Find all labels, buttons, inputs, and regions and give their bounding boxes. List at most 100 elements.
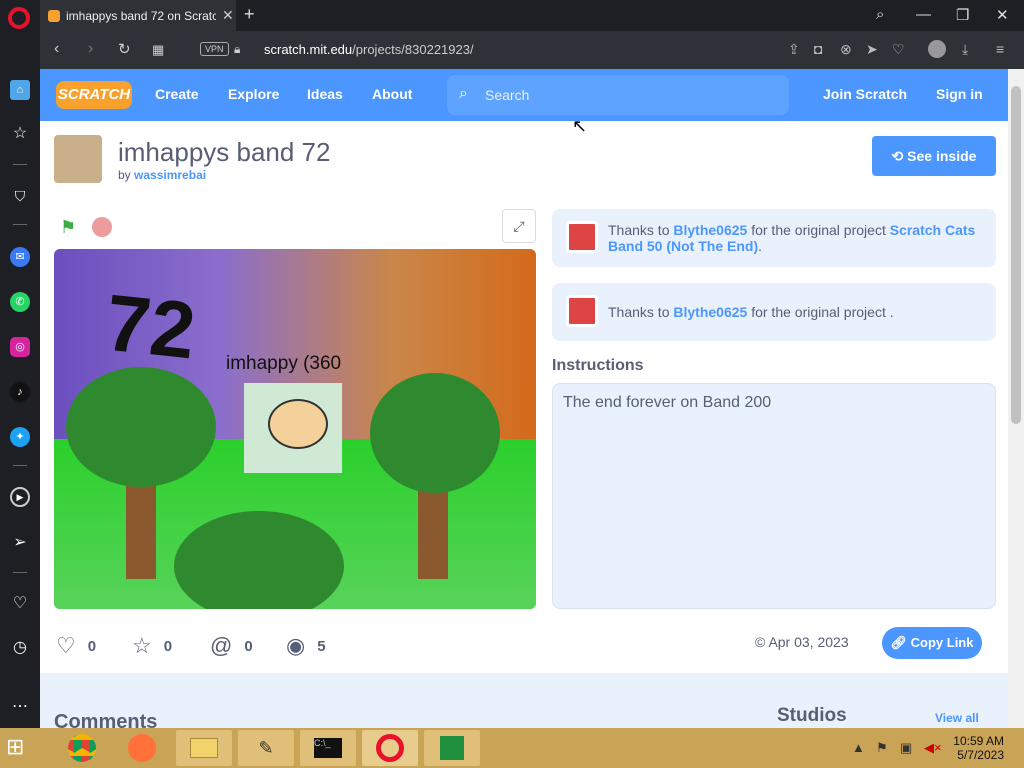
- back-icon[interactable]: ‹: [54, 40, 59, 58]
- opera-logo-icon[interactable]: [8, 7, 30, 29]
- volume-muted-icon[interactable]: ◀×: [924, 740, 942, 756]
- star-speed-dial-icon[interactable]: ☆: [10, 124, 30, 144]
- easy-setup-icon[interactable]: ≡: [996, 41, 1004, 57]
- project-content: imhappys band 72 by wassimrebai ⟲ See in…: [40, 121, 1008, 728]
- stop-icon[interactable]: [92, 217, 112, 237]
- search-tabs-icon[interactable]: ⌕: [876, 6, 884, 23]
- vpn-badge[interactable]: VPN: [200, 42, 229, 56]
- remix-credit-text: Thanks to Blythe0625 for the original pr…: [608, 304, 894, 320]
- new-tab-button[interactable]: +: [244, 4, 255, 25]
- restore-icon[interactable]: ❐: [956, 6, 969, 24]
- tray-expand-icon[interactable]: ▲: [852, 740, 865, 755]
- instructions-heading: Instructions: [552, 357, 644, 374]
- network-tray-icon[interactable]: ▣: [900, 740, 912, 756]
- browser-tab-bar: imhappys band 72 on Scratch ✕ + ⌕ — ❐ ✕: [0, 0, 1024, 31]
- remix-user-link[interactable]: Blythe0625: [673, 304, 747, 320]
- link-icon: 🔗︎: [890, 635, 911, 650]
- see-inside-button[interactable]: ⟲ See inside: [872, 136, 996, 176]
- close-window-icon[interactable]: ✕: [996, 6, 1009, 24]
- stage-number: 72: [101, 277, 200, 376]
- taskbar-clock[interactable]: 10:59 AM 5/7/2023: [948, 734, 1004, 762]
- tabs-grid-icon[interactable]: ▦: [152, 42, 164, 58]
- history-icon[interactable]: ◷: [10, 638, 30, 658]
- nav-explore[interactable]: Explore: [228, 86, 279, 102]
- minimize-icon[interactable]: —: [916, 6, 931, 23]
- views-stat: ◉ 5: [286, 633, 326, 658]
- profile-avatar-icon[interactable]: [928, 40, 946, 58]
- share-icon[interactable]: ⇪: [788, 41, 800, 58]
- comments-heading: Comments: [54, 711, 158, 728]
- whatsapp-icon[interactable]: ✆: [10, 292, 30, 312]
- sidebar-divider: [13, 164, 27, 165]
- more-icon[interactable]: ⋯: [10, 697, 30, 717]
- nav-ideas[interactable]: Ideas: [307, 86, 343, 102]
- sign-in-link[interactable]: Sign in: [936, 86, 983, 102]
- url-host: scratch.mit.edu: [264, 42, 353, 57]
- author-thumbnail[interactable]: [54, 135, 102, 183]
- remix-avatar[interactable]: [566, 295, 598, 327]
- project-stage[interactable]: 72 imhappy (360: [54, 249, 536, 609]
- chrome-taskbar-icon[interactable]: [54, 730, 110, 766]
- nav-create[interactable]: Create: [155, 86, 199, 102]
- windows-start-icon[interactable]: ⊞: [6, 734, 38, 762]
- download-icon[interactable]: ⤓: [962, 41, 968, 58]
- tools-taskbar-icon[interactable]: ✎: [238, 730, 294, 766]
- lock-icon: 🔒︎: [234, 42, 241, 56]
- scrollbar-thumb[interactable]: [1011, 86, 1021, 424]
- adblock-icon[interactable]: ⊗: [840, 41, 852, 58]
- studios-heading: Studios: [777, 705, 847, 726]
- search-box[interactable]: ⌕: [447, 75, 789, 115]
- tiktok-icon[interactable]: ♪: [10, 382, 30, 402]
- reload-icon[interactable]: ↻: [118, 40, 131, 58]
- terminal-taskbar-icon[interactable]: C:\_: [300, 730, 356, 766]
- url-field[interactable]: scratch.mit.edu/projects/830221923/: [264, 42, 474, 57]
- send-icon[interactable]: ➤: [866, 41, 878, 58]
- star-icon: ☆: [132, 633, 152, 658]
- clock-time: 10:59 AM: [953, 734, 1004, 748]
- browser-tab[interactable]: imhappys band 72 on Scratch ✕: [40, 0, 236, 31]
- remix-user-link[interactable]: Blythe0625: [673, 222, 747, 238]
- heart-sidebar-icon[interactable]: ♡: [10, 594, 30, 614]
- stage-speech: imhappy (360: [226, 353, 342, 374]
- tree-left: [66, 367, 216, 487]
- store-taskbar-icon[interactable]: [424, 730, 480, 766]
- scratch-navbar: SCRATCH Create Explore Ideas About ⌕ Joi…: [40, 69, 1008, 121]
- remix-credit-1: Thanks to Blythe0625 for the original pr…: [552, 209, 996, 267]
- scratch-logo[interactable]: SCRATCH: [56, 81, 132, 109]
- search-input[interactable]: [485, 85, 775, 105]
- send-sidebar-icon[interactable]: ➢: [10, 533, 30, 553]
- tab-close-icon[interactable]: ✕: [222, 7, 234, 24]
- project-date: © Apr 03, 2023: [755, 634, 849, 650]
- see-inside-label: See inside: [907, 148, 977, 164]
- shopping-icon[interactable]: ⛉: [10, 186, 30, 206]
- forward-icon[interactable]: ›: [88, 40, 93, 58]
- project-title: imhappys band 72: [118, 137, 331, 167]
- home-icon[interactable]: ⌂: [10, 80, 30, 100]
- view-all-link[interactable]: View all: [935, 711, 979, 725]
- nav-about[interactable]: About: [372, 86, 412, 102]
- join-scratch-link[interactable]: Join Scratch: [823, 86, 907, 102]
- fullscreen-icon[interactable]: ⤢: [502, 209, 536, 243]
- copy-link-button[interactable]: 🔗︎ Copy Link: [882, 627, 982, 659]
- author-link[interactable]: wassimrebai: [134, 168, 206, 182]
- instructions-box: The end forever on Band 200: [552, 383, 996, 609]
- opera-sidebar: ⌂ ☆ ⛉ ✉ ✆ ◎ ♪ ✦ ▶ ➢ ♡ ◷ ⋯: [0, 31, 40, 728]
- remix-credit-text: Thanks to Blythe0625 for the original pr…: [608, 222, 976, 254]
- firefox-taskbar-icon[interactable]: [114, 730, 170, 766]
- lower-section-bg: [40, 673, 1008, 728]
- instagram-icon[interactable]: ◎: [10, 337, 30, 357]
- remix-avatar[interactable]: [566, 221, 598, 253]
- twitter-icon[interactable]: ✦: [10, 427, 30, 447]
- green-flag-icon[interactable]: ⚑: [60, 217, 80, 237]
- opera-taskbar-icon[interactable]: [362, 730, 418, 766]
- project-byline: by wassimrebai: [118, 168, 206, 182]
- scratch-favicon-icon: [48, 9, 60, 22]
- messenger-icon[interactable]: ✉: [10, 247, 30, 267]
- heart-bookmark-icon[interactable]: ♡: [892, 41, 905, 58]
- favorite-stat[interactable]: ☆ 0: [132, 633, 172, 659]
- love-stat[interactable]: ♡ 0: [56, 633, 96, 659]
- file-explorer-taskbar-icon[interactable]: [176, 730, 232, 766]
- player-icon[interactable]: ▶: [10, 487, 30, 507]
- snapshot-icon[interactable]: ◘: [814, 41, 822, 57]
- flag-tray-icon[interactable]: ⚑: [876, 740, 888, 756]
